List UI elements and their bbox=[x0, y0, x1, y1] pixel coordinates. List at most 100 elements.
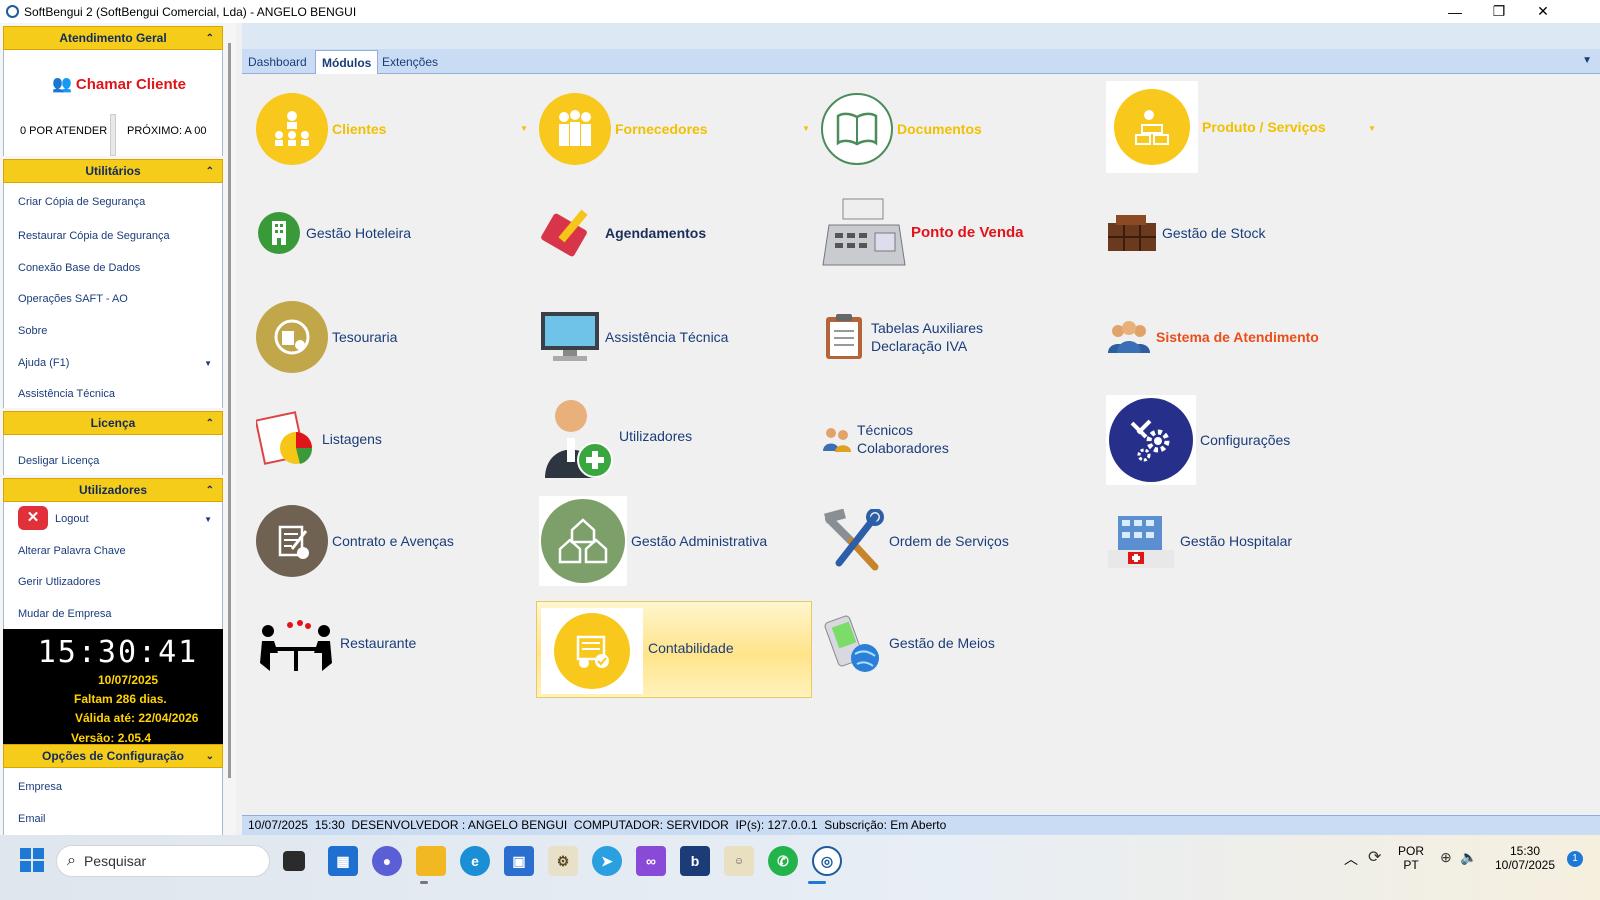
group-config-header[interactable]: Opções de Configuração ⌄ bbox=[3, 744, 223, 768]
module-gestao-stock[interactable]: Gestão de Stock bbox=[1106, 188, 1266, 278]
clock-time: 15:30 bbox=[1509, 844, 1541, 858]
link-desligar-licenca[interactable]: Desligar Licença bbox=[18, 455, 99, 467]
group-utilitarios-header[interactable]: Utilitários ⌃ bbox=[3, 159, 223, 183]
module-label: Gestão Hospitalar bbox=[1180, 533, 1293, 549]
taskbar-clock[interactable]: 15:30 10/07/2025 bbox=[1490, 844, 1560, 872]
app-icon bbox=[6, 5, 19, 18]
module-contrato-avencas[interactable]: Contrato e Avenças bbox=[256, 496, 454, 586]
link-mudar-empresa[interactable]: Mudar de Empresa bbox=[18, 608, 112, 620]
sync-icon[interactable]: ⟳ bbox=[1368, 847, 1381, 867]
link-logout[interactable]: Logout bbox=[55, 513, 89, 525]
chevron-down-icon[interactable]: ▼ bbox=[520, 124, 528, 133]
module-restaurante[interactable]: Restaurante bbox=[256, 598, 416, 688]
module-tabelas-auxiliares[interactable]: Tabelas Auxiliares Declaração IVA bbox=[821, 292, 983, 382]
group-utilizadores-header[interactable]: Utilizadores ⌃ bbox=[3, 478, 223, 502]
collapse-icon: ⌃ bbox=[205, 417, 214, 429]
softbengui-active-icon[interactable]: ◎ bbox=[812, 846, 842, 876]
tab-menu-arrow-icon[interactable]: ▼ bbox=[1582, 55, 1592, 66]
chat-icon[interactable]: ● bbox=[372, 846, 402, 876]
clients-icon bbox=[256, 93, 328, 165]
module-utilizadores[interactable]: Utilizadores bbox=[539, 384, 692, 488]
volume-icon[interactable]: 🔈 bbox=[1460, 849, 1477, 866]
logout-icon[interactable]: ✕ bbox=[18, 506, 48, 530]
module-clientes[interactable]: Clientes bbox=[256, 84, 386, 174]
whatsapp-icon[interactable]: ✆ bbox=[768, 846, 798, 876]
edge-browser-icon[interactable]: e bbox=[460, 846, 490, 876]
notification-badge[interactable]: 1 bbox=[1567, 851, 1583, 867]
module-label: Agendamentos bbox=[605, 225, 707, 241]
window-title: SoftBengui 2 (SoftBengui Comercial, Lda)… bbox=[24, 4, 357, 19]
module-sistema-atendimento[interactable]: Sistema de Atendimento bbox=[1106, 292, 1319, 382]
link-sobre[interactable]: Sobre bbox=[18, 325, 47, 337]
expand-icon: ⌄ bbox=[205, 750, 214, 762]
restore-button[interactable]: ❐ bbox=[1476, 0, 1522, 23]
chart-report-icon bbox=[256, 411, 318, 465]
collapse-icon: ⌃ bbox=[205, 484, 214, 496]
module-listagens[interactable]: Listagens bbox=[256, 394, 382, 484]
link-email[interactable]: Email bbox=[18, 813, 46, 825]
telegram-icon[interactable]: ➤ bbox=[592, 846, 622, 876]
file-explorer-icon[interactable] bbox=[416, 846, 446, 876]
visual-studio-icon[interactable]: ∞ bbox=[636, 846, 666, 876]
proximo-value: PRÓXIMO: A 00 bbox=[127, 125, 207, 137]
chevron-down-icon[interactable]: ▼ bbox=[1368, 124, 1376, 133]
link-saft[interactable]: Operações SAFT - AO bbox=[18, 293, 128, 305]
group-licenca-header[interactable]: Licença ⌃ bbox=[3, 411, 223, 435]
minimize-button[interactable]: — bbox=[1432, 0, 1478, 23]
group-utilizadores-title: Utilizadores bbox=[78, 483, 147, 497]
language-indicator[interactable]: POR PT bbox=[1396, 844, 1426, 872]
b-app-icon[interactable]: b bbox=[680, 846, 710, 876]
search-icon: ⌕ bbox=[67, 852, 76, 869]
module-assistencia-tecnica[interactable]: Assistência Técnica bbox=[539, 292, 728, 382]
module-gestao-hospitalar[interactable]: Gestão Hospitalar bbox=[1106, 496, 1292, 586]
tab-dashboard[interactable]: Dashboard bbox=[242, 50, 313, 74]
module-tecnicos[interactable]: Técnicos Colaboradores bbox=[821, 394, 949, 484]
widgets-icon[interactable]: ▦ bbox=[328, 846, 358, 876]
module-produto-servicos[interactable]: Produto / Serviços bbox=[1106, 81, 1326, 173]
chevron-down-icon[interactable]: ▼ bbox=[204, 515, 212, 524]
tab-modulos[interactable]: Módulos bbox=[315, 50, 379, 74]
module-agendamentos[interactable]: Agendamentos bbox=[539, 188, 706, 278]
link-criar-copia[interactable]: Criar Cópia de Segurança bbox=[18, 196, 145, 208]
module-ordem-servicos[interactable]: Ordem de Serviços bbox=[821, 496, 1009, 586]
module-gestao-administrativa[interactable]: Gestão Administrativa bbox=[539, 490, 767, 592]
network-icon[interactable]: ⊕ bbox=[1440, 849, 1452, 866]
windows-start-icon[interactable] bbox=[20, 848, 44, 872]
task-view-icon[interactable] bbox=[283, 851, 305, 871]
book-icon bbox=[821, 93, 893, 165]
link-gerir-utilizadores[interactable]: Gerir Utlizadores bbox=[18, 576, 101, 588]
module-fornecedores[interactable]: Fornecedores bbox=[539, 84, 708, 174]
taskbar-search[interactable]: ⌕ Pesquisar bbox=[56, 845, 270, 877]
link-assistencia[interactable]: Assistência Técnica bbox=[18, 388, 115, 400]
module-documentos[interactable]: Documentos bbox=[821, 84, 982, 174]
chamar-cliente-button[interactable]: 👥 Chamar Cliente bbox=[52, 74, 186, 94]
module-contabilidade[interactable]: Contabilidade bbox=[536, 601, 812, 698]
module-tesouraria[interactable]: Tesouraria bbox=[256, 292, 397, 382]
tab-extencoes[interactable]: Extenções bbox=[376, 50, 444, 74]
module-label: Técnicos bbox=[857, 422, 914, 438]
module-sublabel: Colaboradores bbox=[857, 440, 949, 456]
store-icon[interactable]: ▣ bbox=[504, 846, 534, 876]
app-version: Versão: 2.05.4 bbox=[71, 731, 152, 745]
module-gestao-hoteleira[interactable]: Gestão Hoteleira bbox=[256, 188, 411, 278]
link-empresa[interactable]: Empresa bbox=[18, 781, 62, 793]
link-alterar-palavra[interactable]: Alterar Palavra Chave bbox=[18, 545, 126, 557]
module-label: Documentos bbox=[897, 121, 982, 137]
link-restaurar-copia[interactable]: Restaurar Cópia de Segurança bbox=[18, 230, 170, 242]
module-label: Ponto de Venda bbox=[911, 224, 1024, 241]
close-button[interactable]: ✕ bbox=[1520, 0, 1566, 23]
module-ponto-venda[interactable]: Ponto de Venda bbox=[821, 188, 1024, 278]
chevron-down-icon[interactable]: ▼ bbox=[802, 124, 810, 133]
link-conexao-bd[interactable]: Conexão Base de Dados bbox=[18, 262, 140, 274]
module-configuracoes[interactable]: Configurações bbox=[1106, 394, 1290, 486]
license-valid-until: Válida até: 22/04/2026 bbox=[75, 711, 199, 725]
product-boxes-icon bbox=[1114, 89, 1190, 165]
support-app-icon[interactable]: ☺ bbox=[724, 846, 754, 876]
restaurant-icon bbox=[256, 613, 336, 673]
chevron-down-icon[interactable]: ▼ bbox=[204, 359, 212, 368]
tray-chevron-up-icon[interactable]: ︿ bbox=[1344, 849, 1358, 869]
module-gestao-meios[interactable]: Gestão de Meios bbox=[821, 598, 995, 688]
group-atendimento-header[interactable]: Atendimento Geral ⌃ bbox=[3, 26, 223, 50]
softbengui-app-icon[interactable]: ⚙ bbox=[548, 846, 578, 876]
link-ajuda[interactable]: Ajuda (F1) bbox=[18, 357, 69, 369]
